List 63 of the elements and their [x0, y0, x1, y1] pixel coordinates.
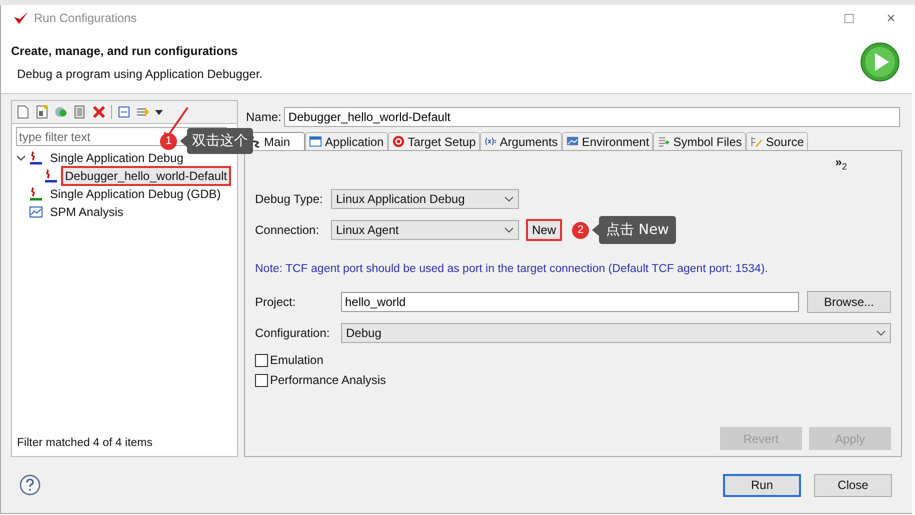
- delete-icon[interactable]: [92, 105, 106, 119]
- step-badge: 2: [572, 222, 590, 238]
- connection-dropdown[interactable]: Linux Agent: [331, 220, 519, 240]
- squiggle-icon: [29, 151, 43, 165]
- checkbox[interactable]: [255, 374, 268, 386]
- new-button[interactable]: New: [526, 219, 562, 241]
- tab[interactable]: Arguments: [480, 132, 562, 150]
- field-label: Debug Type:: [255, 192, 324, 206]
- chevron-down-icon: [504, 196, 514, 202]
- window-icon: [309, 135, 322, 148]
- configuration-dropdown[interactable]: Debug: [341, 323, 891, 343]
- collapse-icon[interactable]: [117, 105, 131, 119]
- field-label: Configuration:: [255, 326, 331, 340]
- checkbox-label: Emulation: [270, 353, 324, 367]
- window-title: Run Configurations: [34, 11, 137, 25]
- checkbox-label: Performance Analysis: [270, 373, 386, 387]
- chevron-icon[interactable]: [16, 153, 26, 163]
- app-logo-icon: [13, 11, 29, 25]
- tree-item[interactable]: SPM Analysis: [46, 202, 128, 222]
- tab[interactable]: Target Setup: [388, 132, 480, 150]
- chart-icon: [29, 205, 43, 219]
- filter-status: Filter matched 4 of 4 items: [16, 437, 154, 451]
- window-control[interactable]: ×: [870, 5, 912, 31]
- pencil-icon: [750, 135, 763, 148]
- tree-item[interactable]: Debugger_hello_world-Default: [61, 166, 232, 186]
- debug-type-dropdown[interactable]: Linux Application Debug: [331, 189, 519, 209]
- name-field[interactable]: Debugger_hello_world-Default: [284, 107, 900, 127]
- field-label: Connection:: [255, 223, 320, 237]
- hint-tooltip: 双击这个: [187, 128, 253, 154]
- tab[interactable]: Application: [305, 132, 388, 150]
- more-tabs-indicator[interactable]: »$_{2}$: [835, 151, 847, 171]
- target-icon: [392, 135, 405, 148]
- name-label: Name:: [246, 110, 282, 124]
- squiggle-icon: [29, 187, 43, 201]
- squiggle-icon: [44, 169, 58, 183]
- copy-icon[interactable]: [73, 105, 87, 119]
- dialog-button[interactable]: Close: [814, 474, 892, 496]
- project-field[interactable]: hello_world: [341, 292, 799, 312]
- tab[interactable]: Symbol Files: [653, 132, 746, 150]
- tab[interactable]: Source: [746, 132, 808, 150]
- tree-item[interactable]: Single Application Debug: [46, 148, 188, 168]
- checkbox[interactable]: [255, 354, 268, 366]
- document-icon[interactable]: [35, 105, 49, 119]
- chevron-down-icon: [504, 227, 514, 233]
- monitor-icon: [566, 135, 579, 148]
- caret-icon[interactable]: [155, 110, 163, 114]
- filter-icon[interactable]: [136, 105, 150, 119]
- header-title: Create, manage, and run configurations: [11, 44, 239, 58]
- field-label: Project:: [255, 295, 297, 309]
- hint-tooltip: 点击 New: [599, 216, 676, 244]
- tree-item[interactable]: Single Application Debug (GDB): [46, 184, 225, 204]
- browse-button[interactable]: Browse...: [807, 291, 891, 313]
- variable-icon: [484, 135, 497, 148]
- new-document-icon[interactable]: [16, 105, 30, 119]
- note-text: Note: TCF agent port should be used as port in the target connection (Default TCF agent port: 1534).: [255, 263, 769, 275]
- window-control[interactable]: □: [828, 5, 870, 31]
- play-icon: [860, 42, 900, 82]
- header-subtitle: Debug a program using Application Debugger.: [16, 66, 264, 80]
- help-icon[interactable]: [19, 474, 41, 496]
- tab[interactable]: Environment: [562, 132, 654, 150]
- dialog-button[interactable]: Run: [723, 474, 801, 496]
- chevron-down-icon: [876, 330, 886, 336]
- list-icon: [657, 135, 670, 148]
